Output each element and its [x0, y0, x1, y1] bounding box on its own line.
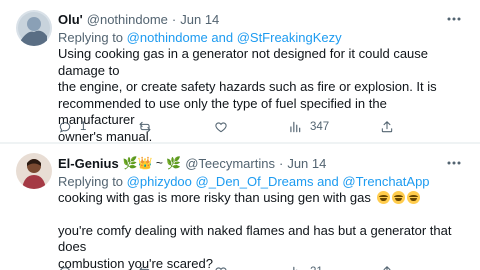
reply-button[interactable]: 1	[58, 120, 86, 134]
grinning-sweat-face-icon	[376, 191, 390, 204]
retweet-icon	[139, 266, 150, 270]
tweet-header: Olu' @nothindome · Jun 14	[58, 10, 466, 28]
replying-to-mentions[interactable]: @phizydoo @_Den_Of_Dreams and @TrenchatA…	[127, 174, 430, 189]
tweet-text: cooking with gas is more risky than usin…	[58, 190, 466, 270]
share-button[interactable]	[380, 120, 394, 134]
separator-dot: ·	[171, 11, 177, 27]
tweet-actions: 1 347	[58, 117, 466, 137]
tweet-text-line: cooking with gas is more risky than usin…	[58, 190, 466, 207]
display-name[interactable]: Olu'	[58, 12, 83, 27]
reply-icon	[59, 122, 71, 133]
user-handle[interactable]: @Teecymartins	[185, 156, 275, 171]
views-button[interactable]: 347	[288, 120, 329, 134]
replying-to-mentions[interactable]: @nothindome and @StFreakingKezy	[127, 30, 342, 45]
replying-to-label: Replying to	[58, 174, 127, 189]
share-button[interactable]	[380, 265, 394, 270]
like-button[interactable]	[214, 120, 236, 134]
reply-button[interactable]	[58, 265, 80, 270]
retweet-icon	[139, 121, 151, 133]
tweet-content: El-Genius 🌿👑 ~ 🌿 @Teecymartins · Jun 14 …	[58, 154, 466, 270]
views-chart-icon	[293, 266, 298, 270]
display-name-decoration: 🌿👑 ~ 🌿	[122, 156, 182, 170]
views-count: 347	[310, 121, 330, 133]
display-name[interactable]: El-Genius	[58, 156, 119, 171]
reply-icon	[60, 267, 70, 270]
tweet-text-line-content: cooking with gas is more risky than usin…	[58, 190, 371, 205]
more-options-icon[interactable]	[444, 10, 464, 28]
heart-icon	[215, 267, 227, 270]
replying-to: Replying to @phizydoo @_Den_Of_Dreams an…	[58, 173, 466, 190]
tweet-text-line: the engine, or create safety hazards suc…	[58, 79, 437, 94]
views-button[interactable]: 21	[288, 265, 323, 270]
grinning-sweat-face-icon	[406, 191, 420, 204]
more-options-icon[interactable]	[444, 154, 464, 172]
views-count: 21	[310, 266, 323, 270]
views-chart-icon	[290, 121, 301, 133]
replying-to: Replying to @nothindome and @StFreakingK…	[58, 29, 466, 46]
retweet-button[interactable]	[138, 265, 160, 270]
separator-dot: ·	[278, 155, 284, 171]
tweet-header: El-Genius 🌿👑 ~ 🌿 @Teecymartins · Jun 14	[58, 154, 466, 172]
grinning-sweat-face-icon	[391, 191, 405, 204]
heart-icon	[215, 122, 227, 133]
tweet-text-line: you're comfy dealing with naked flames a…	[58, 222, 452, 255]
share-icon	[383, 266, 391, 270]
avatar[interactable]	[16, 10, 52, 46]
like-button[interactable]	[214, 265, 236, 270]
user-handle[interactable]: @nothindome	[87, 12, 168, 27]
divider	[0, 143, 480, 144]
avatar[interactable]	[16, 153, 52, 189]
tweet-text-line: Using cooking gas in a generator not des…	[58, 46, 429, 78]
share-icon	[381, 121, 393, 133]
reply-count: 1	[80, 121, 87, 133]
timestamp[interactable]: Jun 14	[287, 156, 326, 171]
timestamp[interactable]: Jun 14	[180, 12, 219, 27]
tweet-actions: 21	[58, 262, 466, 270]
retweet-button[interactable]	[138, 120, 160, 134]
replying-to-label: Replying to	[58, 30, 127, 45]
